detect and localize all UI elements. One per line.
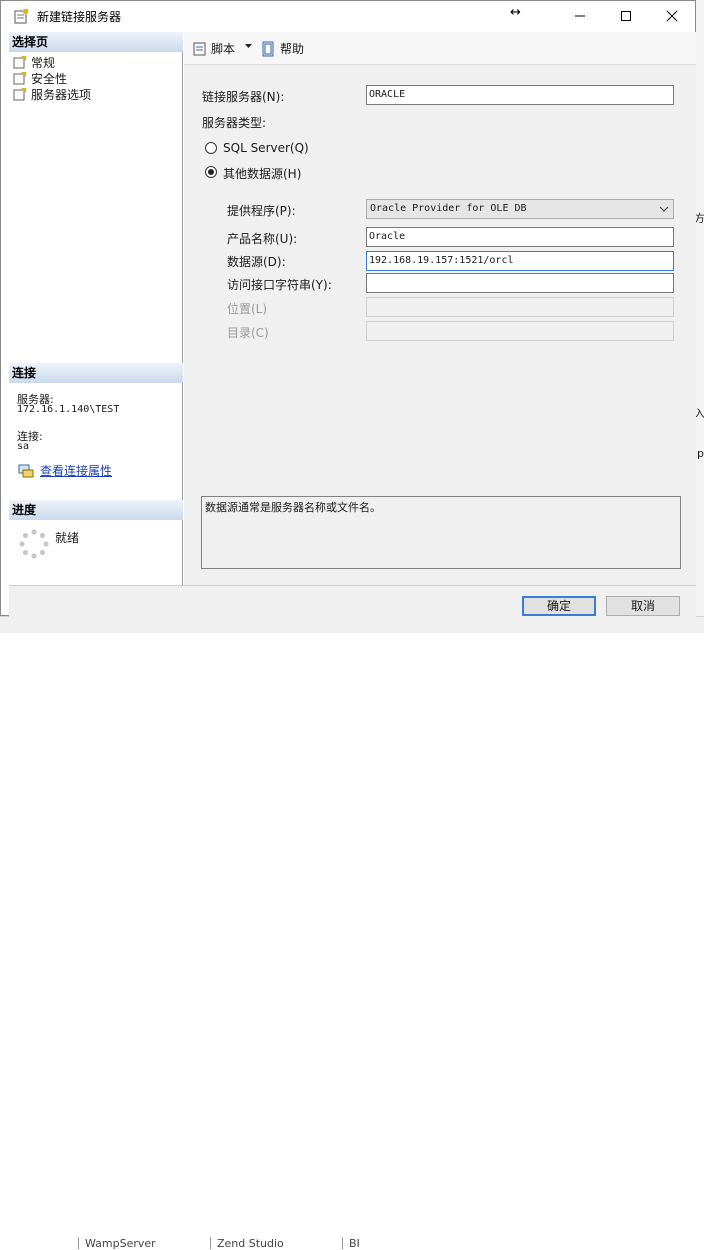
taskbar-item-bi[interactable]: BI: [342, 1237, 360, 1250]
ok-button[interactable]: 确定: [522, 596, 596, 616]
window-title: 新建链接服务器: [37, 10, 122, 24]
server-value: 172.16.1.140\TEST: [17, 404, 120, 415]
resize-cursor-icon: ↔: [510, 5, 521, 20]
script-icon: [193, 42, 206, 55]
new-linked-server-dialog: 新建链接服务器 ↔ 选择页 常规 安全性 服务器选项 连接 服务器: 172.1…: [0, 0, 696, 617]
view-properties-link[interactable]: 查看连接属性: [40, 462, 112, 479]
dialog-footer: 确定 取消: [9, 585, 696, 617]
dropdown-arrow-icon: [245, 44, 252, 48]
page-item-label: 常规: [31, 55, 56, 70]
progress-spinner-icon: [19, 529, 49, 559]
toolbar: 脚本 帮助: [184, 32, 696, 65]
taskbar-item-zend-studio[interactable]: Zend Studio: [210, 1237, 284, 1250]
dialog-icon: [14, 9, 28, 24]
catalog-input: [366, 321, 674, 341]
connection-value: sa: [17, 441, 30, 452]
page-icon: [13, 88, 26, 101]
page-icon: [13, 56, 26, 69]
minimize-button[interactable]: [557, 1, 603, 31]
close-button[interactable]: [649, 1, 695, 31]
minimize-icon: [575, 15, 585, 17]
catalog-label: 目录(C): [227, 326, 269, 340]
maximize-button[interactable]: [603, 1, 649, 31]
select-page-header: 选择页: [9, 32, 183, 52]
help-icon: [262, 41, 274, 56]
provider-string-input[interactable]: [366, 273, 674, 293]
page-item-general[interactable]: 常规: [13, 54, 55, 70]
page-item-server-options[interactable]: 服务器选项: [13, 86, 91, 102]
other-data-source-radio[interactable]: [205, 166, 217, 178]
server-type-label: 服务器类型:: [202, 116, 267, 130]
linked-server-input[interactable]: ORACLE: [366, 85, 674, 105]
page-icon: [13, 72, 26, 85]
right-pane: 脚本 帮助 链接服务器(N): ORACLE 服务器类型: SQL Server…: [184, 32, 696, 585]
sql-server-label[interactable]: SQL Server(Q): [223, 141, 309, 155]
linked-server-label: 链接服务器(N):: [202, 90, 285, 104]
provider-label: 提供程序(P):: [227, 204, 296, 218]
page-item-label: 安全性: [31, 71, 68, 86]
cancel-button[interactable]: 取消: [606, 596, 680, 616]
page-item-label: 服务器选项: [31, 87, 92, 102]
script-label: 脚本: [211, 42, 236, 56]
script-button[interactable]: 脚本: [192, 40, 235, 57]
provider-select[interactable]: Oracle Provider for OLE DB: [366, 199, 674, 219]
product-name-input[interactable]: Oracle: [366, 227, 674, 247]
taskbar-item-wampserver[interactable]: WampServer: [78, 1237, 156, 1250]
title-bar[interactable]: 新建链接服务器 ↔: [1, 1, 695, 31]
progress-status: 就绪: [55, 531, 80, 545]
other-data-source-label[interactable]: 其他数据源(H): [223, 165, 301, 182]
data-source-label: 数据源(D):: [227, 255, 286, 269]
product-name-label: 产品名称(U):: [227, 232, 298, 246]
maximize-icon: [621, 11, 631, 21]
view-connection-properties[interactable]: 查看连接属性: [18, 462, 112, 479]
background-taskbar: WampServer Zend Studio BI: [0, 616, 704, 1250]
help-label: 帮助: [280, 42, 305, 56]
connection-header: 连接: [9, 363, 183, 383]
location-input: [366, 297, 674, 317]
description-box: 数据源通常是服务器名称或文件名。: [201, 496, 681, 569]
script-dropdown-button[interactable]: [244, 41, 253, 50]
help-button[interactable]: 帮助: [261, 40, 304, 57]
provider-string-label: 访问接口字符串(Y):: [227, 278, 332, 292]
progress-header: 进度: [9, 500, 183, 520]
left-pane: 选择页 常规 安全性 服务器选项 连接 服务器: 172.16.1.140\TE…: [9, 32, 183, 585]
sql-server-radio[interactable]: [205, 142, 217, 154]
chevron-down-icon: [659, 206, 669, 212]
location-label: 位置(L): [227, 302, 268, 316]
provider-value: Oracle Provider for OLE DB: [370, 203, 527, 214]
connection-properties-icon: [18, 464, 34, 477]
page-item-security[interactable]: 安全性: [13, 70, 67, 86]
data-source-input[interactable]: 192.168.19.157:1521/orcl: [366, 251, 674, 271]
close-icon: [666, 10, 678, 22]
